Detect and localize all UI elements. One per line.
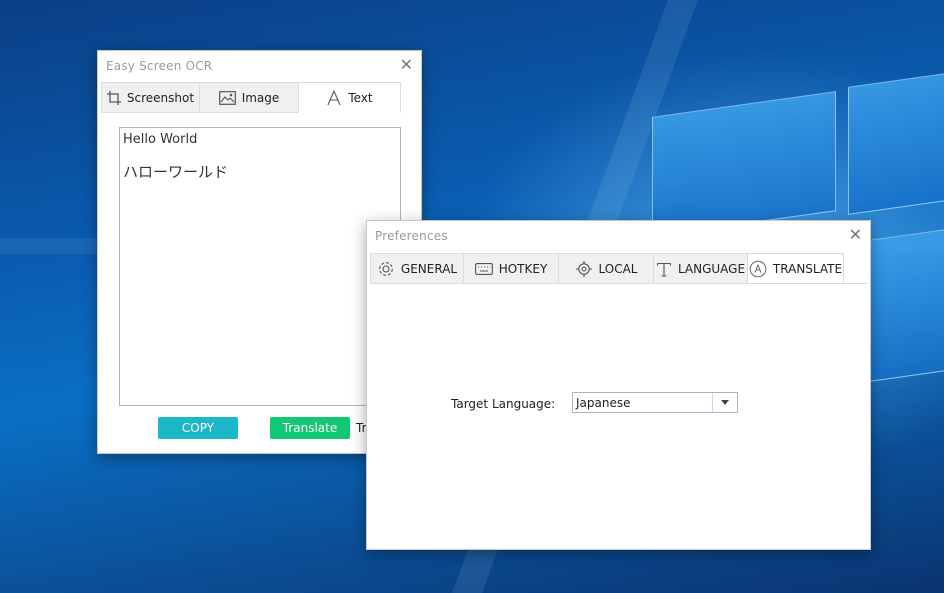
tab-language[interactable]: LANGUAGE xyxy=(653,253,747,284)
location-icon xyxy=(575,260,593,278)
tab-label: TRANSLATE xyxy=(772,261,843,276)
crop-icon xyxy=(106,90,121,105)
tab-label: GENERAL xyxy=(400,261,458,276)
tab-screenshot[interactable]: Screenshot xyxy=(101,82,199,113)
translate-button[interactable]: Translate xyxy=(270,417,350,439)
tab-local[interactable]: LOCAL xyxy=(558,253,653,284)
preferences-window-title: Preferences xyxy=(375,229,448,243)
tab-text[interactable]: Text xyxy=(298,82,401,113)
tab-translate[interactable]: TRANSLATE xyxy=(747,253,844,284)
tab-image[interactable]: Image xyxy=(199,82,298,113)
close-icon[interactable]: ✕ xyxy=(400,56,413,74)
translate-icon xyxy=(749,260,767,278)
text-icon xyxy=(326,89,342,106)
keyboard-icon xyxy=(474,262,493,275)
ocr-text-area[interactable]: Hello World ハローワールド xyxy=(119,127,401,406)
truncated-label: Tr xyxy=(356,421,367,435)
ocr-titlebar: Easy Screen OCR ✕ xyxy=(98,51,421,81)
tab-label: LANGUAGE xyxy=(677,261,746,276)
tab-label: Image xyxy=(241,90,280,105)
ocr-text-line: ハローワールド xyxy=(123,163,229,181)
window-logo-pane xyxy=(848,73,944,215)
copy-button[interactable]: COPY xyxy=(158,417,238,439)
chevron-down-icon[interactable] xyxy=(712,393,737,412)
gear-icon xyxy=(377,260,395,278)
preferences-content-border xyxy=(370,283,867,284)
tab-label: Text xyxy=(348,90,373,105)
ocr-window-title: Easy Screen OCR xyxy=(106,59,213,73)
target-language-select[interactable]: Japanese xyxy=(572,392,738,413)
preferences-tabbar: GENERAL HOTKEY LOCAL LANGUAGE TRANSLATE xyxy=(370,253,844,284)
window-logo-pane xyxy=(652,91,836,237)
tab-label: Screenshot xyxy=(126,90,195,105)
tab-general[interactable]: GENERAL xyxy=(370,253,463,284)
preferences-window: Preferences ✕ GENERAL HOTKEY LOCAL LANGU… xyxy=(366,220,871,550)
preferences-titlebar: Preferences ✕ xyxy=(367,221,870,251)
target-language-value: Japanese xyxy=(576,396,631,410)
tab-label: HOTKEY xyxy=(498,261,548,276)
close-icon[interactable]: ✕ xyxy=(849,226,862,244)
target-language-label: Target Language: xyxy=(451,397,556,411)
tab-hotkey[interactable]: HOTKEY xyxy=(463,253,558,284)
image-icon xyxy=(218,90,236,105)
ocr-tabbar: Screenshot Image Text xyxy=(101,82,401,113)
text-icon xyxy=(656,261,672,277)
tab-label: LOCAL xyxy=(598,261,638,276)
ocr-text-line: Hello World xyxy=(123,132,198,147)
